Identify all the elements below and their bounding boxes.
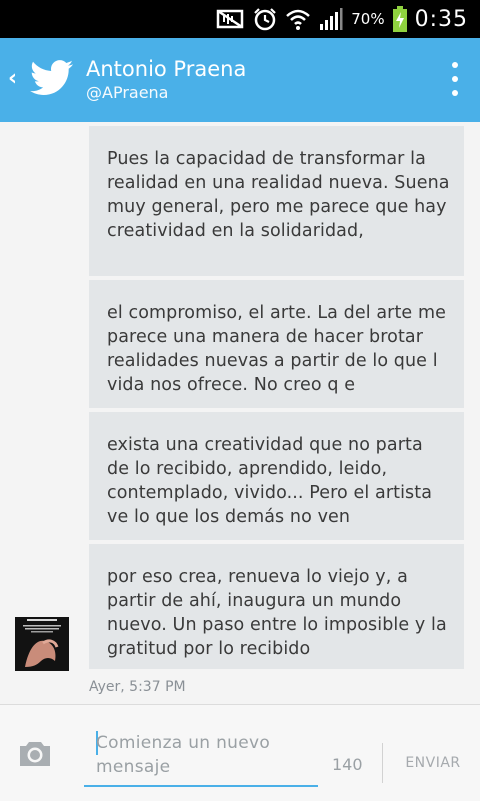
contact-handle: @APraena: [86, 83, 169, 102]
wifi-icon: [285, 7, 311, 31]
clock: 0:35: [414, 6, 468, 32]
message-timestamp: Ayer, 5:37 PM: [89, 679, 186, 695]
alarm-icon: [253, 7, 277, 31]
status-bar: 70% 0:35: [0, 0, 480, 38]
character-counter: 140: [332, 755, 363, 774]
camera-icon[interactable]: [18, 739, 52, 767]
mute-icon: [215, 8, 245, 30]
send-button[interactable]: ENVIAR: [398, 755, 468, 771]
message-bubble: el compromiso, el arte. La del arte me p…: [89, 280, 464, 408]
message-text: Pues la capacidad de transformar la real…: [107, 149, 450, 241]
overflow-menu-icon[interactable]: [452, 62, 460, 100]
message-input[interactable]: Comienza un nuevo mensaje: [84, 721, 318, 787]
message-thread[interactable]: Pues la capacidad de transformar la real…: [0, 122, 480, 704]
avatar[interactable]: [15, 617, 69, 671]
message-bubble: por eso crea, renueva lo viejo y, a part…: [89, 544, 464, 669]
twitter-bird-icon[interactable]: [30, 58, 74, 98]
message-text: por eso crea, renueva lo viejo y, a part…: [107, 567, 447, 659]
message-bubble: exista una creatividad que no parta de l…: [89, 412, 464, 540]
signal-icon: [319, 7, 343, 31]
message-bubble: Pues la capacidad de transformar la real…: [89, 126, 464, 276]
message-text: el compromiso, el arte. La del arte me p…: [107, 303, 446, 395]
back-chevron-icon[interactable]: ‹: [8, 68, 17, 90]
conversation-title: Antonio Praena @APraena: [86, 56, 246, 104]
message-input-placeholder: Comienza un nuevo mensaje: [96, 733, 271, 777]
battery-charging-icon: [392, 6, 407, 32]
contact-name: Antonio Praena: [86, 57, 247, 81]
battery-percent: 70%: [351, 10, 385, 28]
status-icons: 70% 0:35: [215, 0, 468, 38]
message-composer: Comienza un nuevo mensaje 140 ENVIAR: [0, 704, 480, 801]
composer-divider: [382, 743, 383, 783]
message-text: exista una creatividad que no parta de l…: [107, 435, 433, 527]
app-bar: ‹ Antonio Praena @APraena: [0, 38, 480, 122]
